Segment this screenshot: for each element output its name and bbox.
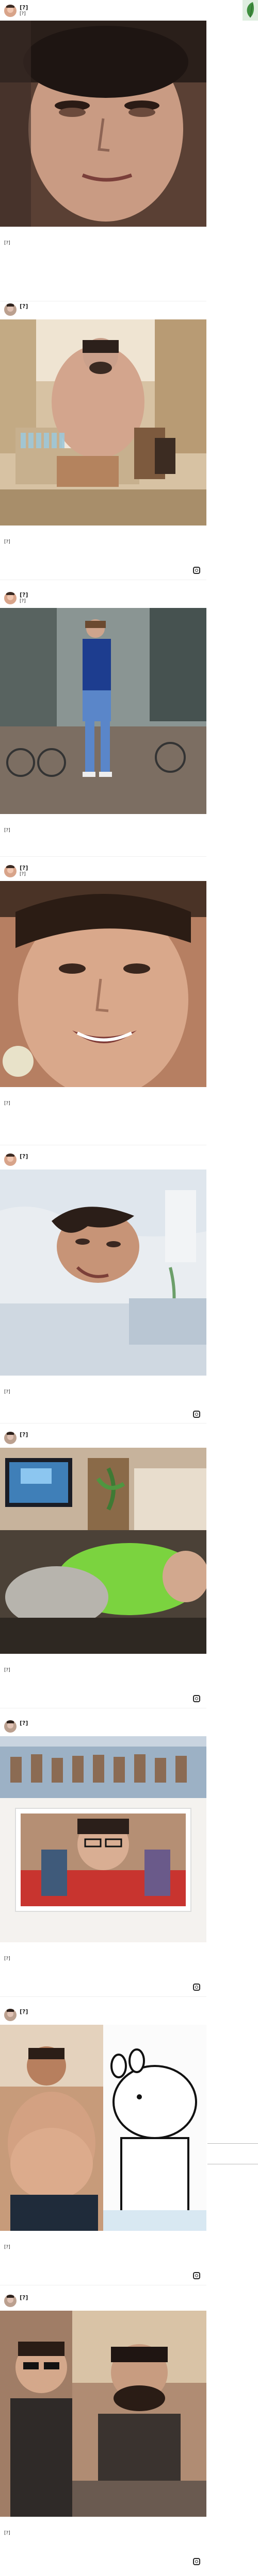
- instagram-icon[interactable]: [193, 1411, 200, 1418]
- divider: [207, 2143, 258, 2144]
- post-header: [?] [?]: [0, 860, 206, 881]
- instagram-icon[interactable]: [193, 2558, 200, 2565]
- post-image[interactable]: [0, 881, 206, 1087]
- post-image[interactable]: [0, 1448, 206, 1654]
- post-header: [?] [?]: [0, 587, 206, 608]
- instagram-icon[interactable]: [193, 1695, 200, 1702]
- post-image[interactable]: [0, 21, 206, 227]
- location[interactable]: [?]: [20, 872, 26, 877]
- username[interactable]: [?]: [20, 865, 28, 871]
- avatar[interactable]: [4, 5, 17, 17]
- username[interactable]: [?]: [20, 2294, 28, 2301]
- divider: [0, 856, 206, 857]
- divider: [0, 1996, 206, 1997]
- location[interactable]: [?]: [20, 11, 26, 16]
- post-image[interactable]: [0, 1170, 206, 1376]
- caption: [?]: [4, 1668, 10, 1673]
- instagram-icon[interactable]: [193, 2272, 200, 2279]
- engagement-row: [4, 2236, 9, 2242]
- username[interactable]: [?]: [20, 4, 28, 11]
- caption: [?]: [4, 1389, 10, 1395]
- avatar[interactable]: [4, 1154, 17, 1166]
- username[interactable]: [?]: [20, 2008, 28, 2015]
- post-9: [?] [?]: [0, 2290, 206, 2576]
- post-1: [?] [?] [?]: [0, 0, 206, 309]
- post-image[interactable]: [0, 2311, 206, 2517]
- post-4: [?] [?] [?]: [0, 860, 206, 1149]
- avatar[interactable]: [4, 303, 17, 316]
- caption: [?]: [4, 1101, 10, 1106]
- username[interactable]: [?]: [20, 591, 28, 598]
- location[interactable]: [?]: [20, 599, 26, 604]
- engagement-row: [4, 1092, 9, 1098]
- caption: [?]: [4, 539, 10, 545]
- post-image[interactable]: [0, 319, 206, 526]
- engagement-row: [4, 232, 9, 238]
- instagram-icon[interactable]: [193, 567, 200, 574]
- post-2: [?] [?]: [0, 299, 206, 587]
- avatar[interactable]: [4, 1432, 17, 1444]
- avatar[interactable]: [4, 2009, 17, 2021]
- caption: [?]: [4, 2531, 10, 2536]
- post-header: [?]: [0, 1716, 206, 1736]
- post-3: [?] [?] [?]: [0, 587, 206, 860]
- engagement-row: [4, 2522, 9, 2528]
- engagement-row: [4, 819, 9, 825]
- post-header: [?]: [0, 2290, 206, 2311]
- avatar[interactable]: [4, 592, 17, 604]
- caption: [?]: [4, 2245, 10, 2250]
- avatar[interactable]: [4, 2295, 17, 2307]
- caption: [?]: [4, 1956, 10, 1961]
- post-image[interactable]: [0, 2025, 206, 2231]
- post-8: [?] [?]: [0, 2004, 206, 2290]
- post-image[interactable]: [0, 608, 206, 814]
- engagement-row: [4, 1659, 9, 1665]
- page: [?] [?] [?] [?] [?] [?] [?] [?] [?] [?] …: [0, 0, 258, 2576]
- caption: [?]: [4, 828, 10, 833]
- post-header: [?] [?]: [0, 0, 206, 21]
- post-image[interactable]: [0, 1736, 206, 1942]
- post-7: [?] [?]: [0, 1716, 206, 2004]
- post-5: [?] [?]: [0, 1149, 206, 1427]
- post-header: [?]: [0, 1427, 206, 1448]
- post-header: [?]: [0, 299, 206, 319]
- caption: [?]: [4, 241, 10, 246]
- username[interactable]: [?]: [20, 303, 28, 310]
- instagram-feed: [?] [?] [?] [?] [?] [?] [?] [?] [?] [?] …: [0, 0, 206, 2576]
- engagement-row: [4, 1947, 9, 1953]
- post-6: [?] [?]: [0, 1427, 206, 1716]
- avatar[interactable]: [4, 865, 17, 877]
- post-header: [?]: [0, 1149, 206, 1170]
- avatar[interactable]: [4, 1720, 17, 1733]
- post-header: [?]: [0, 2004, 206, 2025]
- username[interactable]: [?]: [20, 1431, 28, 1438]
- engagement-row: [4, 1381, 9, 1386]
- instagram-icon[interactable]: [193, 1984, 200, 1991]
- engagement-row: [4, 531, 9, 536]
- username[interactable]: [?]: [20, 1720, 28, 1726]
- leaf-icon: [243, 0, 258, 21]
- username[interactable]: [?]: [20, 1153, 28, 1160]
